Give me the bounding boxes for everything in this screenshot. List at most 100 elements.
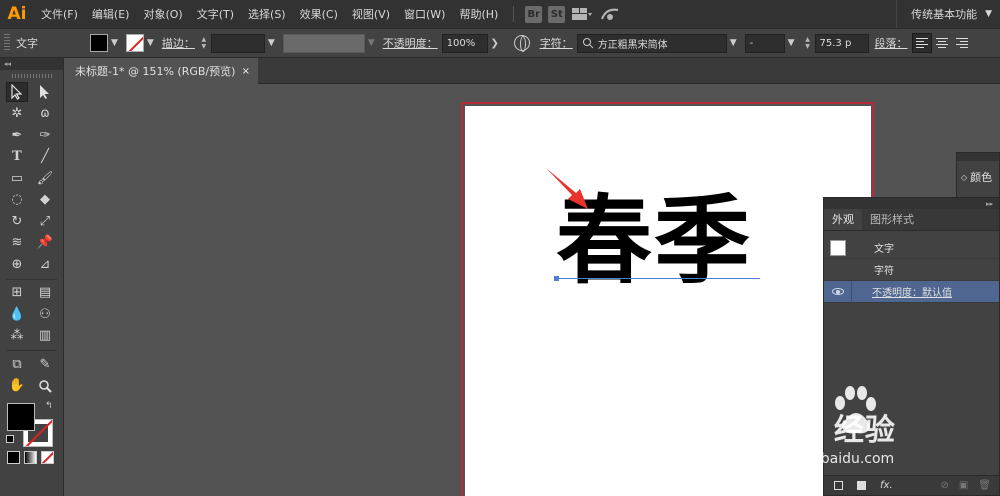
tab-graphic-styles[interactable]: 图形样式 [862, 209, 922, 230]
menu-edit[interactable]: 编辑(E) [85, 6, 137, 22]
panel-collapse-icon[interactable]: ▸▸ [824, 198, 999, 209]
none-mode-icon[interactable] [41, 451, 54, 464]
puppet-warp-icon[interactable]: 📌 [34, 233, 56, 253]
stroke-weight-stepper[interactable]: ▲ ▼ [199, 34, 209, 53]
menu-help[interactable]: 帮助(H) [452, 6, 505, 22]
symbol-sprayer-icon[interactable]: ⁂ [6, 326, 28, 346]
stroke-label[interactable]: 描边： [162, 35, 195, 51]
duplicate-item-icon[interactable]: ▣ [959, 480, 968, 491]
gpu-performance-icon[interactable] [599, 5, 621, 23]
menu-select[interactable]: 选择(S) [241, 6, 293, 22]
baidu-watermark: Bai 经验 jingyan.baidu.com [760, 383, 1000, 479]
paintbrush-icon[interactable]: 🖌 [34, 168, 56, 188]
color-panel[interactable]: ◇ 颜色 [956, 152, 1000, 198]
character-label[interactable]: 字符： [540, 35, 573, 51]
gradient-tool-icon[interactable]: ▤ [34, 283, 56, 303]
stroke-weight-field[interactable] [210, 33, 265, 53]
tools-panel-grip[interactable] [0, 70, 63, 82]
rotate-tool-icon[interactable]: ↻ [6, 211, 28, 231]
pen-tool-icon[interactable]: ✒ [6, 125, 28, 145]
document-tab[interactable]: 未标题-1* @ 151% (RGB/预览) × [65, 58, 258, 84]
tab-appearance[interactable]: 外观 [824, 209, 862, 230]
fill-dropdown-icon[interactable]: ▼ [111, 38, 118, 48]
variable-width-profile[interactable] [282, 33, 365, 53]
opacity-arrow-icon[interactable]: ❯ [488, 34, 502, 53]
font-family-field[interactable]: 方正粗黑宋简体 [576, 33, 727, 53]
shape-builder-icon[interactable]: ⊕ [6, 254, 28, 274]
color-mode-icon[interactable] [7, 451, 20, 464]
align-center-icon[interactable] [932, 33, 952, 53]
tool-separator [6, 350, 57, 351]
eraser-icon[interactable]: ◆ [34, 190, 56, 210]
opacity-label[interactable]: 不透明度： [383, 35, 438, 51]
swap-fill-stroke-icon[interactable]: ↰ [45, 401, 53, 411]
eyedropper-icon[interactable]: 💧 [6, 304, 28, 324]
appearance-row-opacity[interactable]: 不透明度：默认值 [824, 280, 999, 303]
default-fill-stroke-icon[interactable] [6, 435, 14, 443]
direct-selection-tool-icon[interactable] [34, 82, 56, 102]
menu-view[interactable]: 视图(V) [345, 6, 397, 22]
fill-color-box[interactable] [7, 403, 35, 431]
artboard-tool-icon[interactable]: ⧉ [6, 354, 28, 374]
appearance-row-type[interactable]: 文字 [824, 237, 999, 259]
selection-tool-icon[interactable] [6, 82, 28, 102]
add-fill-icon[interactable] [857, 481, 866, 490]
appearance-row-label: 字符 [874, 266, 894, 277]
perspective-grid-icon[interactable]: ⊿ [34, 254, 56, 274]
warp-tool-icon[interactable]: ≋ [6, 233, 28, 253]
gradient-mode-icon[interactable] [24, 451, 37, 464]
hand-tool-icon[interactable]: ✋ [6, 376, 28, 396]
blend-tool-icon[interactable]: ⚇ [34, 304, 56, 324]
workspace-switcher[interactable]: 传统基本功能 ▼ [896, 0, 1000, 28]
stroke-dropdown-icon[interactable]: ▼ [147, 38, 154, 48]
opacity-field[interactable]: 100% [441, 33, 488, 53]
scale-tool-icon[interactable]: ⤢ [34, 211, 56, 231]
menu-type[interactable]: 文字(T) [190, 6, 241, 22]
appearance-row-characters[interactable]: 字符 [824, 259, 999, 281]
shaper-tool-icon[interactable]: ◌ [6, 190, 28, 210]
eye-icon[interactable] [831, 288, 844, 295]
magic-wand-icon[interactable]: ✲ [6, 104, 28, 124]
stroke-swatch[interactable] [125, 34, 144, 52]
bridge-icon[interactable]: Br [525, 5, 543, 23]
menu-file[interactable]: 文件(F) [34, 6, 85, 22]
watermark-url: jingyan.baidu.com [765, 451, 895, 467]
collapse-icon[interactable]: ◂◂ [0, 58, 63, 70]
expand-icon[interactable]: ◇ [961, 173, 967, 182]
profile-dropdown-icon[interactable]: ▼ [368, 38, 375, 48]
type-tool-icon[interactable]: T [6, 147, 28, 167]
recolor-artwork-icon[interactable] [513, 35, 530, 52]
curvature-tool-icon[interactable]: ✑ [34, 125, 56, 145]
font-style-field[interactable]: - [744, 33, 785, 53]
fill-stroke-widget: ↰ [0, 397, 63, 451]
slice-tool-icon[interactable]: ✎ [34, 354, 56, 374]
delete-item-icon[interactable]: 🗑 [978, 480, 991, 491]
font-size-field[interactable]: 75.3 p [814, 33, 869, 53]
rectangle-tool-icon[interactable]: ▭ [6, 168, 28, 188]
paragraph-label[interactable]: 段落： [875, 35, 908, 51]
arrange-documents-icon[interactable] [571, 5, 593, 23]
align-right-icon[interactable] [952, 33, 972, 53]
font-style-dropdown-icon[interactable]: ▼ [788, 38, 795, 48]
add-effect-icon[interactable]: fx. [880, 480, 893, 491]
mesh-tool-icon[interactable]: ⊞ [6, 283, 28, 303]
close-icon[interactable]: × [242, 66, 250, 77]
stroke-weight-dropdown-icon[interactable]: ▼ [268, 38, 275, 48]
font-family-dropdown-icon[interactable]: ▼ [730, 38, 737, 48]
menu-object[interactable]: 对象(O) [136, 6, 189, 22]
align-left-icon[interactable] [911, 33, 932, 53]
menu-window[interactable]: 窗口(W) [397, 6, 452, 22]
line-tool-icon[interactable]: ╱ [34, 147, 56, 167]
add-stroke-icon[interactable] [834, 481, 843, 490]
menu-effect[interactable]: 效果(C) [293, 6, 345, 22]
stock-icon[interactable]: St [548, 5, 566, 23]
column-graph-icon[interactable]: ▥ [34, 326, 56, 346]
font-size-stepper[interactable]: ▲ ▼ [803, 34, 813, 53]
fill-swatch[interactable] [90, 34, 108, 52]
zoom-tool-icon[interactable] [34, 376, 56, 396]
app-logo: Ai [7, 4, 27, 24]
clear-appearance-icon[interactable]: ⊘ [940, 480, 948, 491]
text-anchor-handle[interactable] [554, 276, 559, 281]
control-bar-grip[interactable] [4, 34, 10, 52]
lasso-icon[interactable]: ɷ [34, 104, 56, 124]
